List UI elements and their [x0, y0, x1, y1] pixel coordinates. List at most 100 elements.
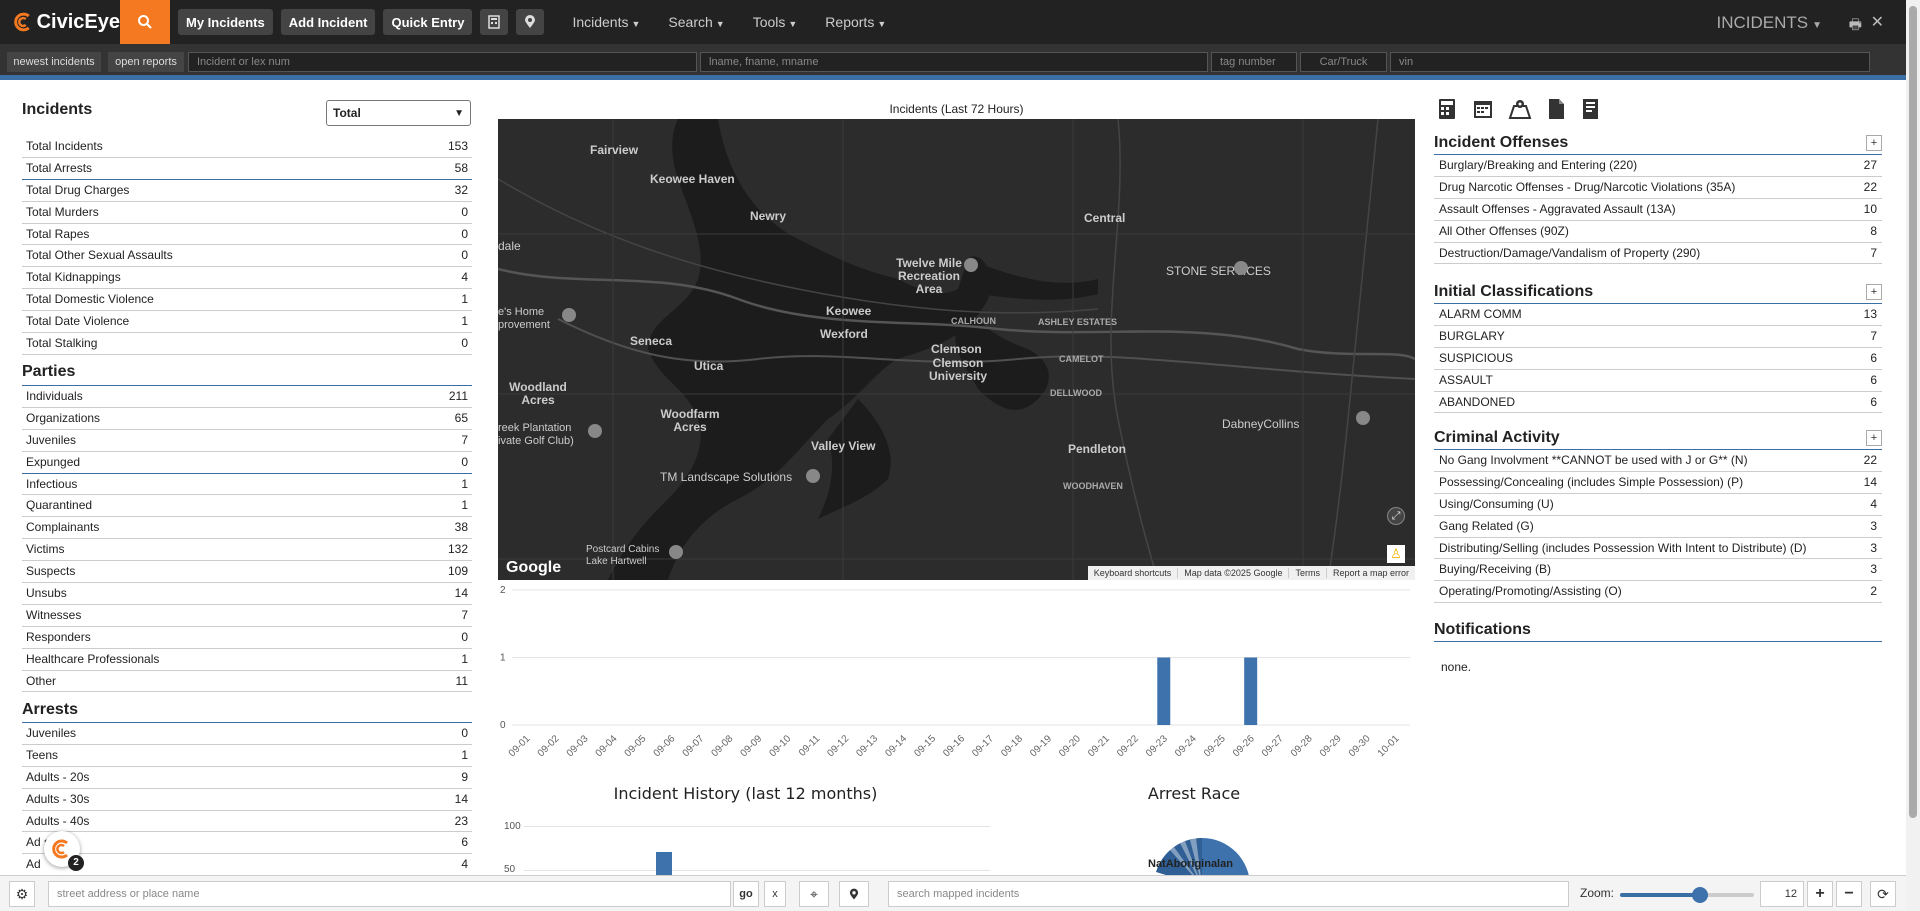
menu-reports[interactable]: Reports ▼: [825, 14, 886, 30]
stat-row[interactable]: Buying/Receiving (B) 3: [1434, 559, 1882, 582]
tag-number-input[interactable]: tag number: [1211, 52, 1297, 72]
stat-row[interactable]: Individuals 211: [22, 386, 472, 408]
calculator-button[interactable]: [480, 9, 509, 35]
newest-incidents-button[interactable]: newest incidents: [7, 52, 101, 72]
stat-row[interactable]: Total Date Violence 1: [22, 311, 472, 334]
stat-row[interactable]: Quarantined 1: [22, 495, 472, 518]
incident-map[interactable]: Fairview Keowee Haven Newry Central Twel…: [498, 119, 1415, 580]
stat-row[interactable]: Total Murders 0: [22, 202, 472, 224]
stat-row[interactable]: Adults - 20s 9: [22, 767, 472, 789]
zoom-out-button[interactable]: −: [1836, 881, 1862, 907]
page-title[interactable]: INCIDENTS ▼: [1716, 13, 1822, 33]
zoom-slider[interactable]: [1620, 887, 1754, 903]
bar[interactable]: [1244, 657, 1258, 726]
stat-row[interactable]: Total Kidnappings 4: [22, 267, 472, 290]
civiceye-logo[interactable]: CivicEye: [14, 11, 120, 34]
stat-row[interactable]: Possessing/Concealing (includes Simple P…: [1434, 472, 1882, 494]
zoom-slider-handle[interactable]: [1692, 887, 1709, 903]
report-book-icon[interactable]: [1580, 98, 1600, 120]
stat-row[interactable]: Total Other Sexual Assaults 0: [22, 245, 472, 268]
map-poi-icon[interactable]: [562, 308, 576, 322]
map-poi-icon[interactable]: [588, 424, 602, 438]
stat-row[interactable]: Gang Related (G) 3: [1434, 516, 1882, 538]
search-button[interactable]: [120, 0, 170, 44]
incidents-total-select[interactable]: Total ▼: [326, 100, 471, 126]
stat-row[interactable]: Expunged 0: [22, 452, 472, 474]
stat-row[interactable]: ABANDONED 6: [1434, 392, 1882, 414]
map-poi-icon[interactable]: [964, 258, 978, 272]
expand-classifications-button[interactable]: +: [1866, 283, 1882, 300]
scrollbar-thumb[interactable]: [1909, 6, 1917, 818]
stat-row[interactable]: Destruction/Damage/Vandalism of Property…: [1434, 243, 1882, 265]
locate-me-button[interactable]: ⌖: [799, 881, 829, 907]
name-search-input[interactable]: lname, fname, mname: [700, 52, 1208, 72]
expand-criminal-activity-button[interactable]: +: [1866, 429, 1882, 446]
mapped-incidents-search-input[interactable]: search mapped incidents: [888, 881, 1569, 907]
stat-row[interactable]: Other 11: [22, 671, 472, 693]
calendar-icon[interactable]: [1472, 98, 1494, 120]
stat-row[interactable]: BURGLARY 7: [1434, 326, 1882, 348]
map-chart-icon[interactable]: [1508, 98, 1532, 120]
clear-address-button[interactable]: x: [764, 881, 786, 907]
expand-offenses-button[interactable]: +: [1866, 134, 1882, 151]
drop-pin-button[interactable]: [839, 881, 869, 907]
calculator-icon[interactable]: [1436, 98, 1458, 120]
add-incident-button[interactable]: Add Incident: [280, 9, 376, 35]
print-icon[interactable]: 🖶: [1849, 14, 1862, 38]
stat-row[interactable]: Unsubs 14: [22, 583, 472, 605]
settings-button[interactable]: ⚙: [9, 881, 35, 907]
map-poi-icon[interactable]: [1356, 411, 1370, 425]
menu-incidents[interactable]: Incidents ▼: [572, 14, 640, 30]
vin-input[interactable]: vin: [1390, 52, 1870, 72]
map-marker-button[interactable]: [516, 9, 545, 35]
stat-row[interactable]: Distributing/Selling (includes Possessio…: [1434, 538, 1882, 560]
terms-link[interactable]: Terms: [1288, 568, 1326, 578]
menu-search[interactable]: Search ▼: [668, 14, 724, 30]
stat-row[interactable]: SUSPICIOUS 6: [1434, 348, 1882, 370]
stat-row[interactable]: Total Arrests 58: [22, 158, 472, 180]
go-button[interactable]: go: [733, 881, 759, 907]
fullscreen-icon[interactable]: ⤢: [1387, 507, 1405, 525]
address-search-input[interactable]: street address or place name: [48, 881, 731, 907]
street-view-pegman-icon[interactable]: ♙: [1387, 545, 1405, 563]
map-poi-icon[interactable]: [806, 469, 820, 483]
stat-row[interactable]: Suspects 109: [22, 561, 472, 584]
stat-row[interactable]: Complainants 38: [22, 517, 472, 540]
stat-row[interactable]: Adults - 30s 14: [22, 789, 472, 811]
menu-tools[interactable]: Tools ▼: [753, 14, 798, 30]
stat-row[interactable]: Total Incidents 153: [22, 136, 472, 158]
stat-row[interactable]: Teens 1: [22, 745, 472, 767]
stat-row[interactable]: Ad s6: [22, 832, 472, 855]
incident-number-input[interactable]: Incident or lex num: [188, 52, 697, 72]
chat-launcher[interactable]: 2: [44, 831, 84, 871]
stat-row[interactable]: Ad 4: [22, 854, 472, 877]
stat-row[interactable]: Drug Narcotic Offenses - Drug/Narcotic V…: [1434, 177, 1882, 199]
vehicle-type-input[interactable]: Car/Truck: [1300, 52, 1387, 72]
stat-row[interactable]: Total Rapes 0: [22, 224, 472, 246]
stat-row[interactable]: Total Drug Charges 32: [22, 180, 472, 202]
stat-row[interactable]: Assault Offenses - Aggravated Assault (1…: [1434, 199, 1882, 221]
stat-row[interactable]: Healthcare Professionals 1: [22, 649, 472, 671]
stat-row[interactable]: Using/Consuming (U) 4: [1434, 494, 1882, 516]
stat-row[interactable]: Organizations 65: [22, 408, 472, 430]
close-icon[interactable]: ✕: [1871, 12, 1884, 32]
stat-row[interactable]: Responders 0: [22, 627, 472, 649]
stat-row[interactable]: ASSAULT 6: [1434, 370, 1882, 392]
stat-row[interactable]: Witnesses 7: [22, 605, 472, 627]
page-scrollbar[interactable]: [1906, 0, 1920, 911]
stat-row[interactable]: Burglary/Breaking and Entering (220) 27: [1434, 155, 1882, 177]
stat-row[interactable]: Victims 132: [22, 539, 472, 562]
zoom-in-button[interactable]: +: [1807, 881, 1833, 907]
stat-row[interactable]: Juveniles 7: [22, 430, 472, 452]
stat-row[interactable]: Infectious 1: [22, 474, 472, 496]
stat-row[interactable]: Juveniles 0: [22, 723, 472, 745]
document-icon[interactable]: [1546, 98, 1566, 120]
stat-row[interactable]: Operating/Promoting/Assisting (O) 2: [1434, 581, 1882, 604]
quick-entry-button[interactable]: Quick Entry: [383, 9, 473, 35]
keyboard-shortcuts-link[interactable]: Keyboard shortcuts: [1088, 568, 1178, 578]
map-poi-icon[interactable]: [1234, 261, 1248, 275]
stat-row[interactable]: All Other Offenses (90Z) 8: [1434, 221, 1882, 243]
refresh-button[interactable]: ⟳: [1870, 881, 1896, 907]
report-map-error-link[interactable]: Report a map error: [1325, 568, 1415, 578]
my-incidents-button[interactable]: My Incidents: [178, 9, 273, 35]
